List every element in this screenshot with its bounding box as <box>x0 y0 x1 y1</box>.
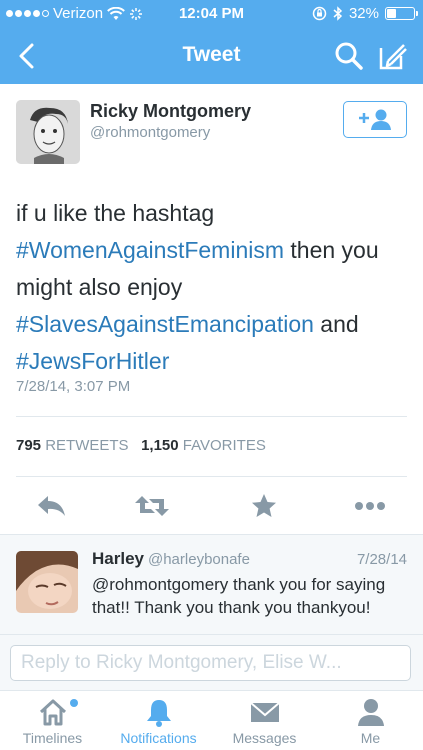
battery-icon <box>385 7 418 20</box>
retweet-button[interactable] <box>132 488 172 524</box>
retweets-stat[interactable]: 795 RETWEETS <box>16 437 129 454</box>
divider <box>16 476 407 477</box>
tweet-text: if u like the hashtag #WomenAgainstFemin… <box>16 195 411 380</box>
reply-date: 7/28/14 <box>356 551 407 568</box>
search-button[interactable] <box>333 40 365 72</box>
status-right: 32% <box>312 5 418 22</box>
tab-label: Messages <box>232 730 297 746</box>
divider <box>16 416 407 417</box>
bluetooth-icon <box>333 6 343 21</box>
favorite-star-icon <box>252 494 276 517</box>
compose-icon <box>379 44 407 70</box>
tab-messages[interactable]: Messages <box>212 691 317 750</box>
tweet-text-part: if u like the hashtag <box>16 200 215 226</box>
nav-bar: Tweet <box>0 28 423 84</box>
status-bar: Verizon 12:04 PM 32% <box>0 0 423 28</box>
hashtag-link[interactable]: #JewsForHitler <box>16 348 169 374</box>
bell-icon <box>146 700 171 727</box>
reply-item[interactable]: Harley @harleybonafe 7/28/14 @rohmontgome… <box>0 534 423 634</box>
retweet-icon <box>135 496 169 516</box>
envelope-icon <box>249 702 280 722</box>
tab-label: Me <box>360 730 381 746</box>
tab-bar: Timelines Notifications Messages Me <box>0 690 423 750</box>
reply-composer <box>0 634 423 690</box>
reply-avatar[interactable] <box>16 551 78 613</box>
author-avatar[interactable] <box>16 100 80 164</box>
favorites-stat[interactable]: 1,150 FAVORITES <box>141 437 266 454</box>
tweet-timestamp: 7/28/14, 3:07 PM <box>16 378 131 395</box>
follow-button[interactable] <box>343 101 407 138</box>
reply-author[interactable]: Harley @harleybonafe <box>92 549 250 569</box>
compose-button[interactable] <box>377 40 409 72</box>
rotation-lock-icon <box>312 6 327 21</box>
favorites-label: FAVORITES <box>182 437 266 454</box>
hashtag-link[interactable]: #SlavesAgainstEmancipation <box>16 311 314 337</box>
battery-percent: 32% <box>348 5 379 22</box>
reply-button[interactable] <box>32 488 72 524</box>
author-handle[interactable]: @rohmontgomery <box>90 124 210 141</box>
reply-text: @rohmontgomery thank you for saying that… <box>92 575 386 617</box>
battery-level <box>387 9 396 18</box>
reply-avatar-photo <box>16 551 78 613</box>
tab-label: Timelines <box>22 730 83 746</box>
reply-icon <box>38 496 65 516</box>
home-icon <box>39 699 66 726</box>
tweet-stats: 795 RETWEETS 1,150 FAVORITES <box>16 437 266 454</box>
tab-me[interactable]: Me <box>318 691 423 750</box>
reply-input[interactable] <box>10 645 411 681</box>
add-user-icon <box>359 109 391 130</box>
author-name[interactable]: Ricky Montgomery <box>90 101 251 122</box>
more-button[interactable] <box>350 488 390 524</box>
favorites-count: 1,150 <box>141 437 179 454</box>
tab-timelines[interactable]: Timelines <box>0 691 105 750</box>
hashtag-link[interactable]: #WomenAgainstFeminism <box>16 237 284 263</box>
tab-label: Notifications <box>120 730 197 746</box>
favorite-button[interactable] <box>244 488 284 524</box>
search-icon <box>335 42 363 70</box>
more-icon <box>355 502 385 510</box>
new-content-dot <box>70 699 78 707</box>
tweet-text-part: and <box>313 311 359 337</box>
reply-author-name: Harley <box>92 549 144 568</box>
retweets-label: RETWEETS <box>45 437 129 454</box>
author-avatar-sketch <box>16 100 80 164</box>
tweet-actions <box>0 488 423 524</box>
reply-author-handle: @harleybonafe <box>147 551 250 568</box>
tab-notifications[interactable]: Notifications <box>106 691 211 750</box>
retweets-count: 795 <box>16 437 42 454</box>
person-icon <box>357 699 384 726</box>
